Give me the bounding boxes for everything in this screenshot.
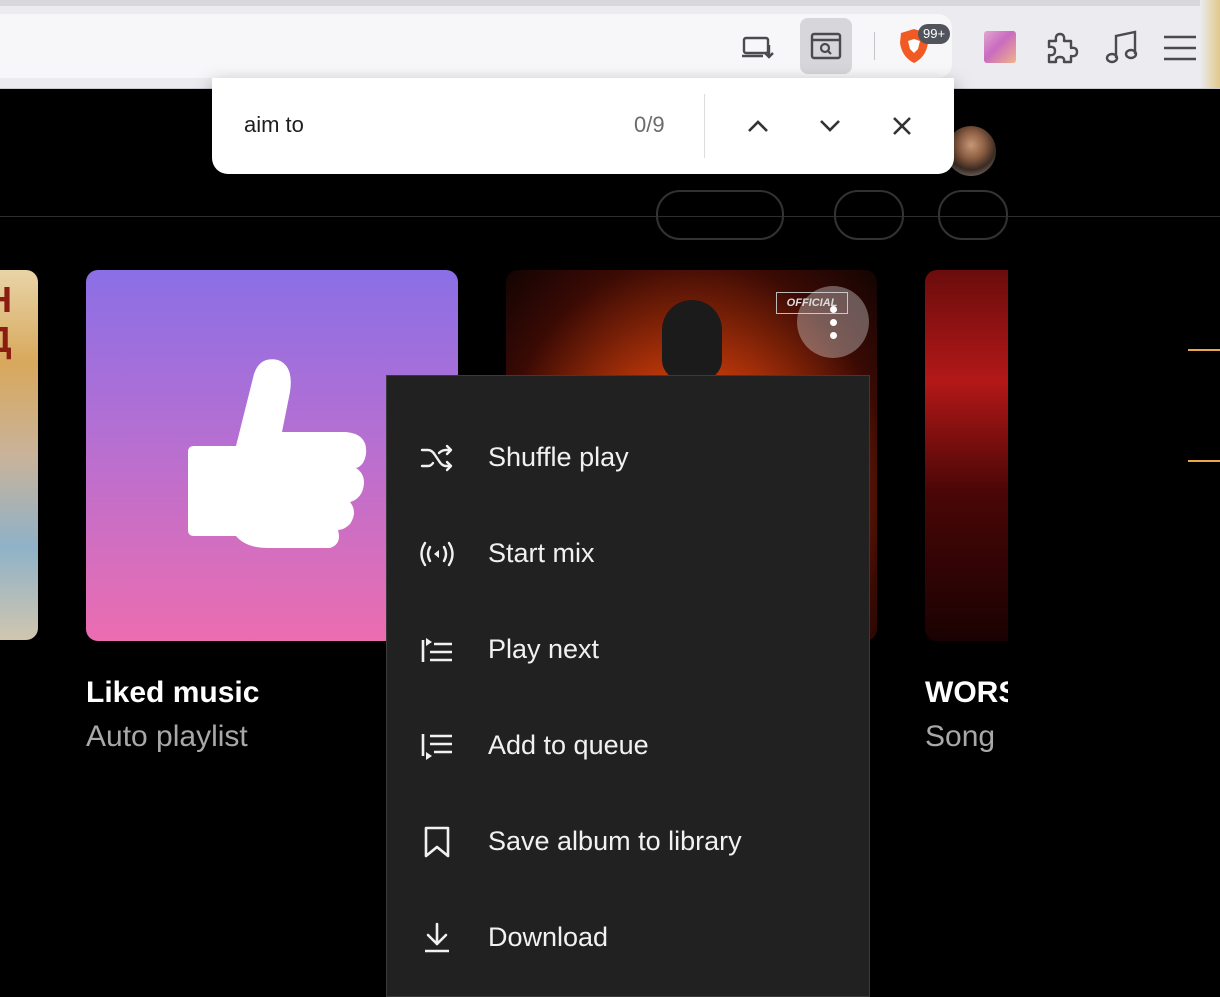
card-subtitle: Song xyxy=(925,720,996,753)
menu-item-download[interactable]: Download xyxy=(387,888,869,984)
notification-badge: 99+ xyxy=(918,24,951,44)
find-next-button[interactable] xyxy=(810,106,850,146)
decorative-line xyxy=(1188,460,1220,462)
add-to-queue-icon xyxy=(417,726,457,766)
install-app-icon[interactable] xyxy=(736,26,780,70)
partial-album-card-thumbnail[interactable]: НД xyxy=(0,270,38,640)
find-match-count: 0/9 xyxy=(634,112,665,137)
menu-item-add-to-queue[interactable]: Add to queue xyxy=(387,696,869,792)
browser-toolbar: 99+ xyxy=(0,0,1220,89)
carousel-prev-button[interactable] xyxy=(834,190,904,240)
dot xyxy=(829,305,837,313)
find-previous-button[interactable] xyxy=(738,106,778,146)
bookmark-icon xyxy=(417,822,457,862)
filter-chip[interactable] xyxy=(656,190,784,240)
menu-item-label: Start mix xyxy=(488,538,595,568)
find-separator xyxy=(704,94,705,158)
chevron-down-icon xyxy=(820,120,840,132)
card-title[interactable]: WORS xyxy=(925,676,1008,710)
radio-icon xyxy=(417,534,457,574)
window-edge xyxy=(0,0,1220,6)
extensions-puzzle-icon[interactable] xyxy=(1040,26,1082,68)
card-subtitle: Auto playlist xyxy=(86,720,248,753)
song-card-thumbnail[interactable] xyxy=(925,270,1008,641)
menu-item-shuffle-play[interactable]: Shuffle play xyxy=(387,408,869,504)
window-corner xyxy=(1200,0,1220,88)
menu-item-play-next[interactable]: Play next xyxy=(387,600,869,696)
find-close-button[interactable] xyxy=(882,106,922,146)
thumbs-up-icon xyxy=(188,359,367,548)
menu-item-label: Save album to library xyxy=(488,826,742,856)
menu-item-label: Add to queue xyxy=(488,730,649,760)
dot xyxy=(829,318,837,326)
context-menu: Shuffle play Start mix Play next Add to … xyxy=(386,375,870,997)
download-icon xyxy=(417,918,457,958)
close-icon xyxy=(893,117,911,135)
menu-item-label: Shuffle play xyxy=(488,442,629,472)
toolbar-separator xyxy=(874,32,875,60)
carousel-next-button[interactable] xyxy=(938,190,1008,240)
chevron-up-icon xyxy=(748,120,768,132)
album-art-figure xyxy=(662,300,722,380)
dot xyxy=(829,331,837,339)
menu-item-start-mix[interactable]: Start mix xyxy=(387,504,869,600)
more-options-button[interactable] xyxy=(797,286,869,358)
decorative-line xyxy=(1188,349,1220,351)
album-art-lettering: НД xyxy=(0,280,12,360)
shuffle-icon xyxy=(417,438,457,478)
card-title[interactable]: Liked music xyxy=(86,676,259,710)
find-input[interactable]: aim to xyxy=(244,112,304,138)
find-in-page-icon[interactable] xyxy=(800,18,852,74)
extension-color-icon[interactable] xyxy=(984,31,1016,63)
menu-item-label: Play next xyxy=(488,634,600,664)
menu-item-save-album-to-library[interactable]: Save album to library xyxy=(387,792,869,888)
menu-hamburger-icon[interactable] xyxy=(1160,28,1200,68)
find-in-page-bar: aim to 0/9 xyxy=(212,78,954,174)
media-music-note-icon[interactable] xyxy=(1100,26,1142,68)
menu-item-label: Download xyxy=(488,922,609,952)
header-divider xyxy=(0,216,1220,217)
play-next-icon xyxy=(417,630,457,670)
